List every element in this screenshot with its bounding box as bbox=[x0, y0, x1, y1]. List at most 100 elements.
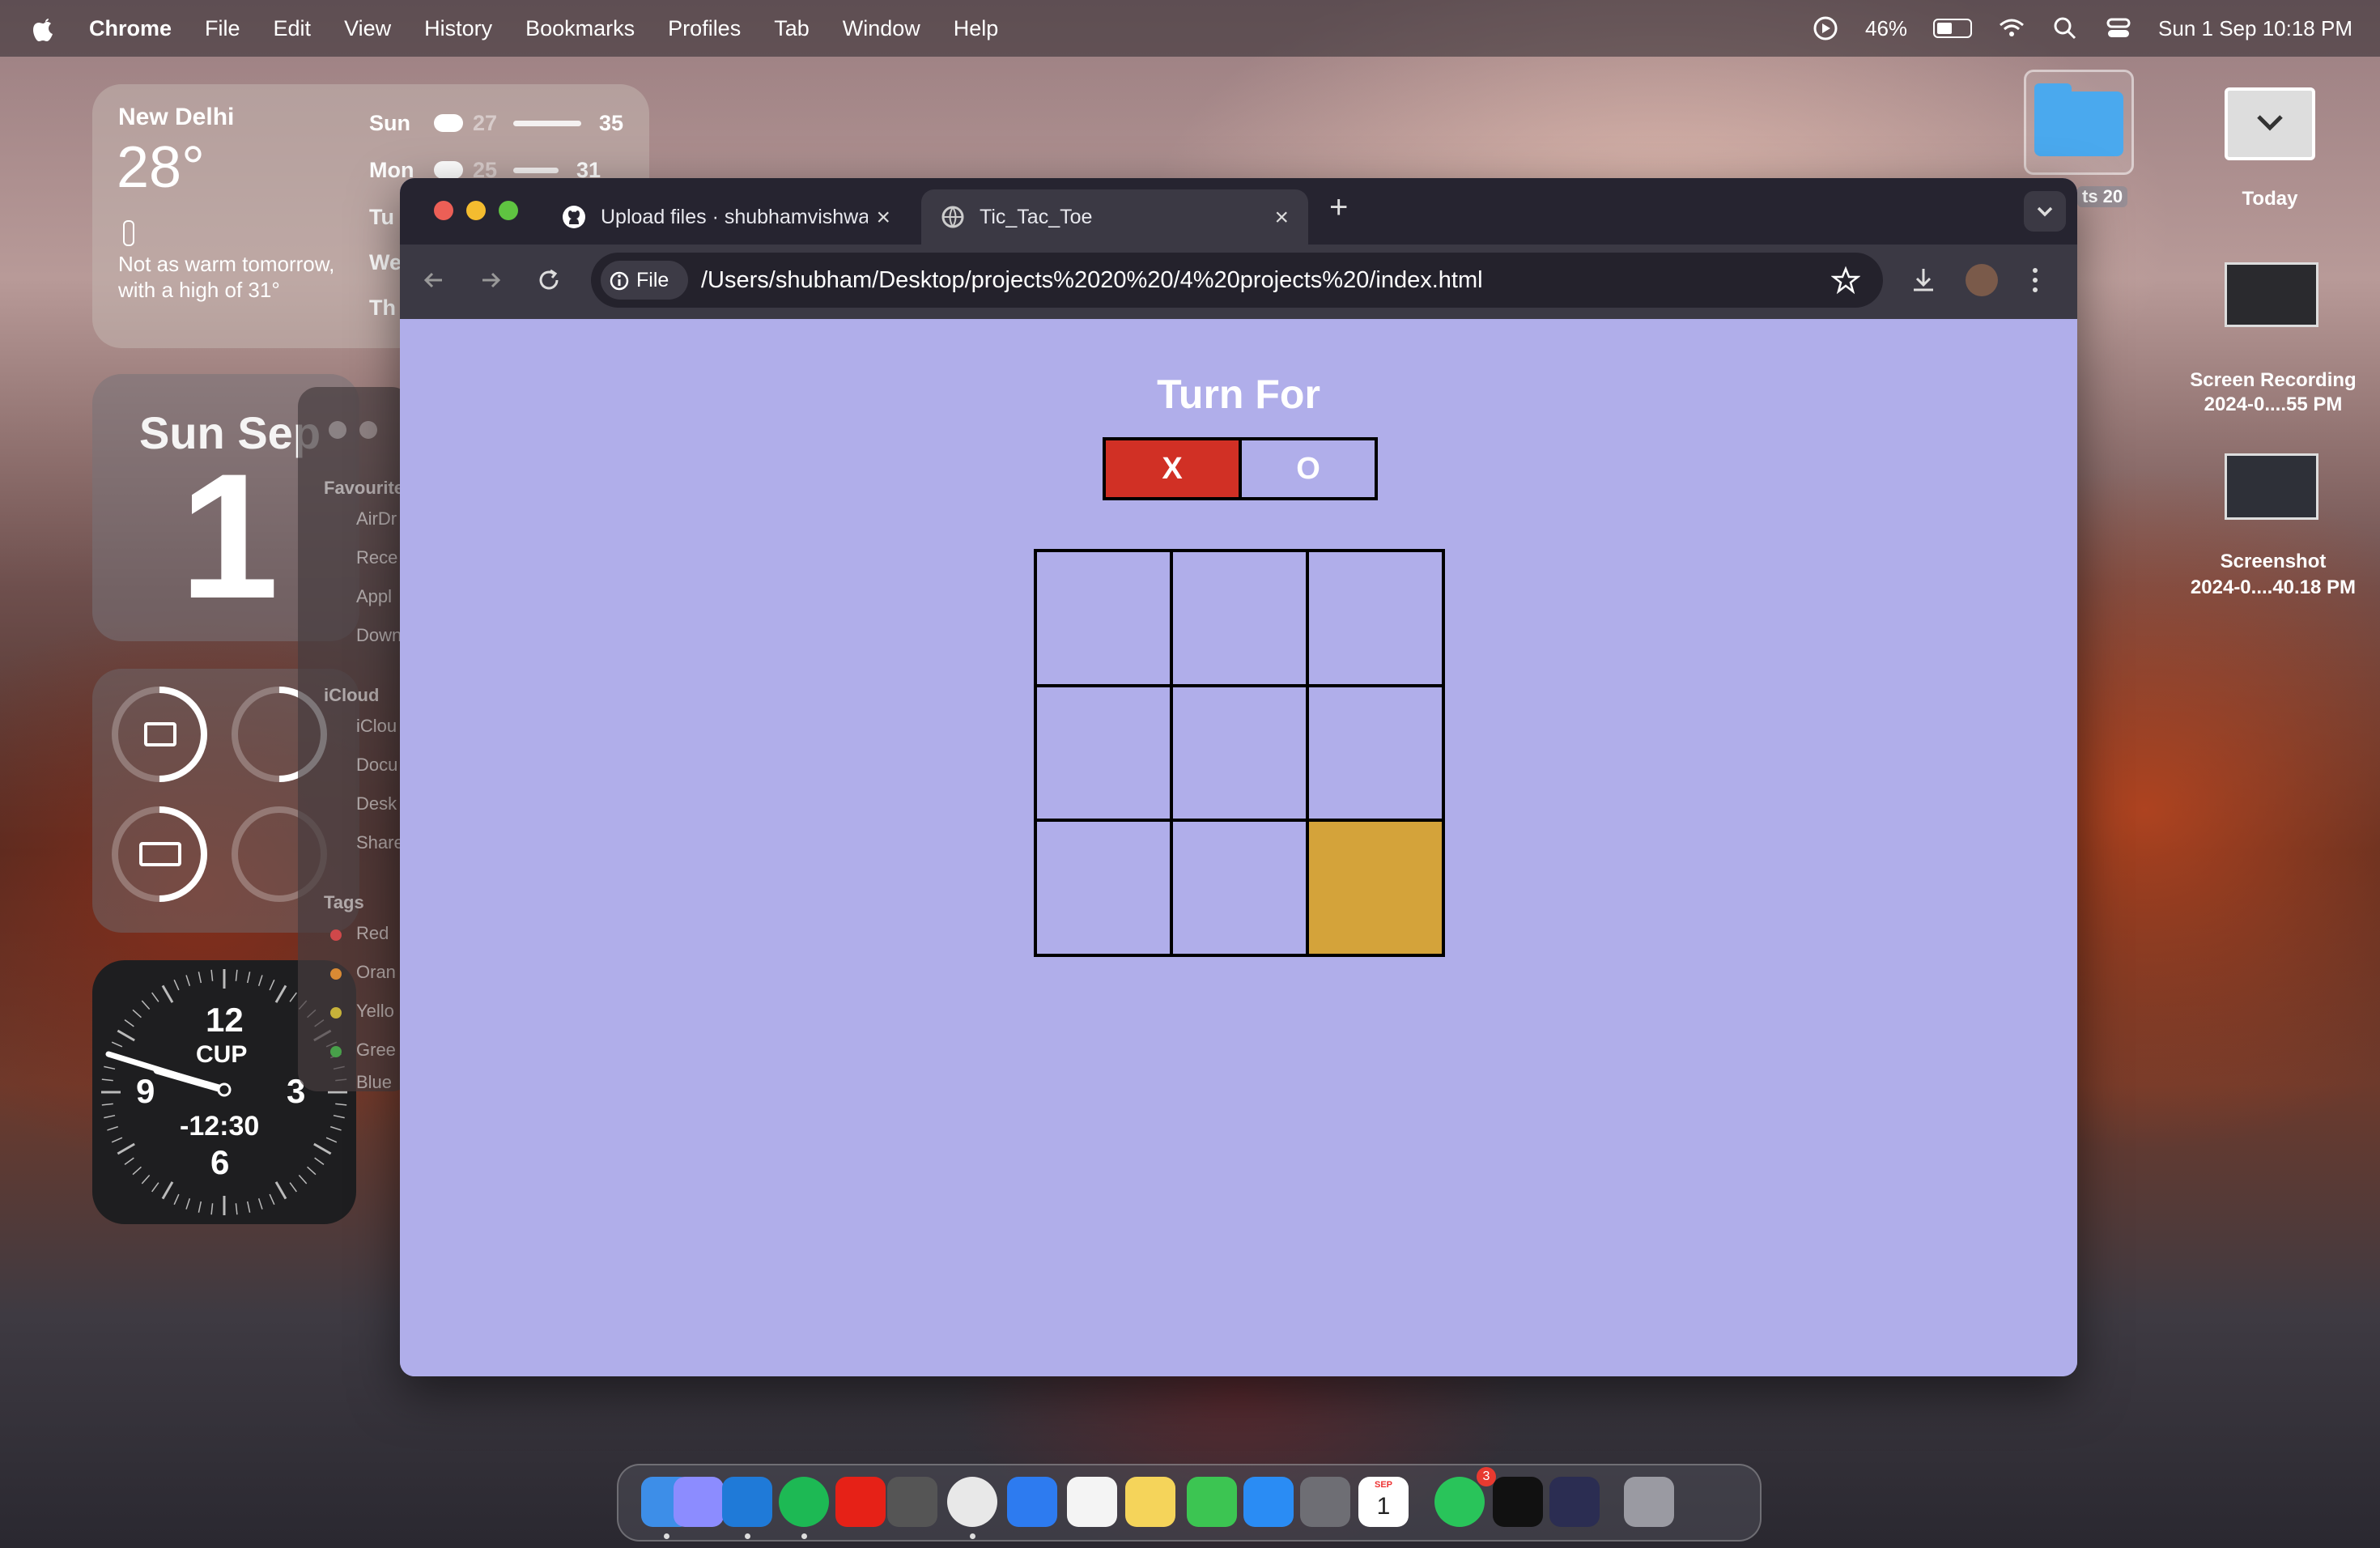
finder-item-downloads[interactable]: Down bbox=[356, 625, 402, 646]
control-center-icon[interactable] bbox=[2105, 15, 2132, 42]
menu-tab[interactable]: Tab bbox=[774, 16, 810, 41]
menu-view[interactable]: View bbox=[344, 16, 391, 41]
now-playing-icon[interactable] bbox=[1812, 15, 1839, 42]
site-info-chip[interactable]: File bbox=[601, 261, 688, 300]
board-cell-1[interactable] bbox=[1037, 552, 1170, 684]
window-zoom-button[interactable] bbox=[499, 201, 518, 220]
dock-calendar-month: SEP bbox=[1374, 1480, 1392, 1490]
finder-item-shared[interactable]: Share bbox=[356, 832, 404, 853]
dock-spotify-icon[interactable] bbox=[779, 1477, 829, 1527]
close-tab-icon[interactable]: × bbox=[1274, 204, 1289, 232]
menu-bar-clock[interactable]: Sun 1 Sep 10:18 PM bbox=[2158, 16, 2352, 41]
back-icon[interactable] bbox=[418, 264, 450, 296]
close-tab-icon[interactable]: × bbox=[876, 204, 890, 232]
battery-icon[interactable] bbox=[1933, 19, 1973, 38]
dock-safari-icon[interactable] bbox=[1007, 1477, 1057, 1527]
new-tab-button[interactable]: + bbox=[1329, 189, 1348, 226]
site-info-label: File bbox=[636, 269, 669, 291]
downloads-icon[interactable] bbox=[1907, 264, 1940, 296]
screenshot-thumbnail[interactable] bbox=[2225, 453, 2318, 520]
screenshot-date[interactable]: 2024-0....40.18 PM bbox=[2170, 576, 2377, 599]
apple-logo-icon[interactable] bbox=[31, 14, 57, 43]
board-cell-5[interactable] bbox=[1173, 687, 1306, 819]
github-icon bbox=[563, 206, 585, 228]
profile-avatar[interactable] bbox=[1966, 264, 1998, 296]
dock-medium-icon[interactable] bbox=[1493, 1477, 1543, 1527]
screenshot-label[interactable]: Screenshot bbox=[2170, 551, 2377, 573]
window-close-button[interactable] bbox=[434, 201, 453, 220]
player-o-indicator: O bbox=[1242, 440, 1375, 497]
board-cell-3[interactable] bbox=[1309, 552, 1442, 684]
tab-tic-tac-toe[interactable]: Tic_Tac_Toe × bbox=[921, 189, 1308, 245]
game-board bbox=[1034, 549, 1445, 957]
forward-icon[interactable] bbox=[474, 264, 507, 296]
window-minimize-button[interactable] bbox=[359, 421, 377, 439]
screen-recording-label[interactable]: Screen Recording bbox=[2170, 369, 2377, 392]
screen-recording-date[interactable]: 2024-0....55 PM bbox=[2170, 393, 2377, 416]
folder-label[interactable]: ts 20 bbox=[2077, 186, 2128, 207]
window-minimize-button[interactable] bbox=[466, 201, 486, 220]
tab-title: Upload files · shubhamvishwa bbox=[601, 205, 868, 228]
menu-profiles[interactable]: Profiles bbox=[668, 16, 741, 41]
dock-quicktime-icon[interactable] bbox=[1549, 1477, 1600, 1527]
bookmark-star-icon[interactable] bbox=[1831, 266, 1860, 295]
finder-tag-red[interactable]: Red bbox=[356, 923, 389, 944]
tab-search-button[interactable] bbox=[2024, 191, 2066, 232]
finder-item-recents[interactable]: Rece bbox=[356, 547, 397, 568]
dock-keyboard-icon[interactable] bbox=[887, 1477, 937, 1527]
menu-file[interactable]: File bbox=[205, 16, 240, 41]
menu-app-name[interactable]: Chrome bbox=[89, 16, 172, 41]
finder-item-icloud-drive[interactable]: iClou bbox=[356, 716, 397, 737]
today-label[interactable]: Today bbox=[2218, 188, 2322, 211]
wifi-icon[interactable] bbox=[1998, 15, 2025, 42]
more-menu-icon[interactable] bbox=[2027, 264, 2043, 296]
reload-icon[interactable] bbox=[533, 264, 565, 296]
dock-app-store-icon[interactable] bbox=[1243, 1477, 1294, 1527]
menu-help[interactable]: Help bbox=[954, 16, 999, 41]
dock-settings-icon[interactable] bbox=[1300, 1477, 1350, 1527]
board-cell-7[interactable] bbox=[1037, 822, 1170, 954]
board-cell-2[interactable] bbox=[1173, 552, 1306, 684]
spotlight-search-icon[interactable] bbox=[2051, 15, 2079, 42]
dock-chrome-icon[interactable] bbox=[947, 1477, 997, 1527]
finder-tag-blue[interactable]: Blue bbox=[356, 1072, 392, 1091]
finder-item-airdrop[interactable]: AirDr bbox=[356, 508, 397, 529]
forecast-row: Sun 27 35 bbox=[369, 107, 636, 139]
projects-folder-icon[interactable] bbox=[2024, 70, 2134, 175]
dock-running-indicator bbox=[745, 1533, 750, 1539]
address-bar[interactable]: File /Users/shubham/Desktop/projects%202… bbox=[591, 253, 1883, 308]
finder-item-documents[interactable]: Docu bbox=[356, 755, 397, 776]
finder-item-desktop[interactable]: Desk bbox=[356, 793, 397, 814]
finder-tag-green[interactable]: Gree bbox=[356, 1040, 396, 1061]
finder-tag-yellow[interactable]: Yello bbox=[356, 1001, 394, 1022]
dock-notes-icon[interactable] bbox=[1125, 1477, 1175, 1527]
dock-running-indicator bbox=[664, 1533, 669, 1539]
finder-section-favourites: Favourite bbox=[324, 478, 405, 498]
window-close-button[interactable] bbox=[329, 421, 346, 439]
menu-window[interactable]: Window bbox=[843, 16, 920, 41]
screen-recording-thumbnail[interactable] bbox=[2225, 262, 2318, 327]
menu-bookmarks[interactable]: Bookmarks bbox=[525, 16, 635, 41]
dock-photos-icon[interactable] bbox=[1067, 1477, 1117, 1527]
dock-whatsapp-icon[interactable] bbox=[1434, 1477, 1485, 1527]
url-text[interactable]: /Users/shubham/Desktop/projects%2020%20/… bbox=[701, 267, 1483, 294]
today-folder-icon[interactable] bbox=[2225, 87, 2315, 160]
finder-item-applications[interactable]: Appl bbox=[356, 586, 392, 607]
board-cell-8[interactable] bbox=[1173, 822, 1306, 954]
dock-trash-icon[interactable] bbox=[1624, 1477, 1674, 1527]
tab-upload-files[interactable]: Upload files · shubhamvishwa × bbox=[542, 189, 910, 245]
finder-sidebar-window[interactable]: Favourite AirDr Rece Appl Down iCloud iC… bbox=[298, 387, 411, 1091]
board-cell-4[interactable] bbox=[1037, 687, 1170, 819]
dock-facetime-icon[interactable] bbox=[1187, 1477, 1237, 1527]
battery-percent: 46% bbox=[1865, 15, 1908, 40]
finder-tag-orange[interactable]: Oran bbox=[356, 962, 396, 983]
cloud-icon bbox=[434, 114, 463, 132]
board-cell-9[interactable] bbox=[1309, 822, 1442, 954]
dock-launchpad-icon[interactable] bbox=[674, 1477, 724, 1527]
menu-history[interactable]: History bbox=[424, 16, 492, 41]
dock-youtube-icon[interactable] bbox=[835, 1477, 886, 1527]
chevron-down-icon bbox=[2037, 206, 2053, 217]
board-cell-6[interactable] bbox=[1309, 687, 1442, 819]
menu-edit[interactable]: Edit bbox=[274, 16, 312, 41]
dock-vscode-icon[interactable] bbox=[722, 1477, 772, 1527]
